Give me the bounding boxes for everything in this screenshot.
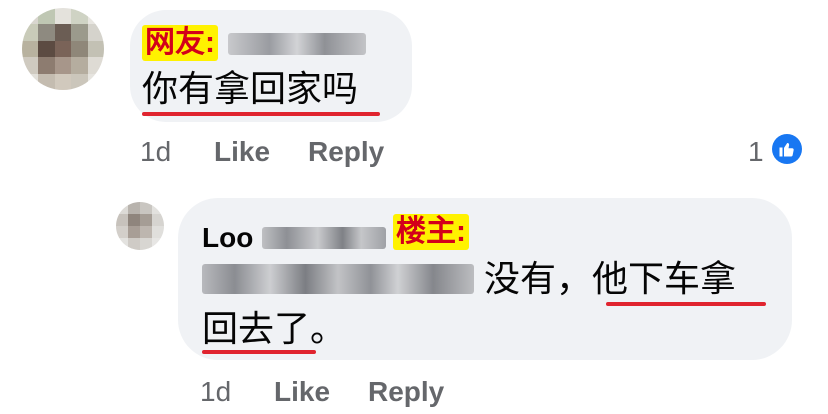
avatar-pixel: [54, 40, 72, 58]
like-button[interactable]: Like: [214, 136, 270, 168]
underline-mark: [142, 112, 380, 116]
avatar-pixel: [54, 73, 72, 90]
avatar-pixel: [71, 8, 88, 25]
reply-text-line2: 回去了。: [202, 309, 347, 350]
commenter-tag: 网友:: [142, 25, 218, 61]
avatar-pixel: [38, 40, 55, 58]
avatar-pixel: [87, 73, 104, 90]
avatar-pixel: [38, 73, 55, 90]
avatar-pixel: [38, 8, 55, 25]
avatar-pixel: [152, 226, 164, 238]
avatar-pixel: [116, 214, 128, 226]
avatar[interactable]: [22, 8, 104, 90]
avatar-pixel: [54, 57, 72, 74]
avatar-pixel: [140, 202, 152, 214]
blurred-author-name[interactable]: [262, 227, 386, 249]
avatar-pixel: [152, 238, 164, 250]
avatar-pixel: [140, 226, 152, 238]
underline-mark: [606, 302, 766, 306]
avatar-pixel: [71, 24, 88, 41]
avatar-pixel: [128, 214, 140, 226]
avatar-pixel: [116, 226, 128, 238]
avatar-pixel: [87, 24, 104, 41]
avatar-pixel: [87, 57, 104, 74]
reply-text-line1: 没有，他下车拿: [484, 259, 737, 300]
avatar-pixel: [22, 40, 39, 58]
avatar-pixel: [87, 40, 104, 58]
avatar-pixel: [38, 24, 55, 41]
avatar-pixel: [87, 8, 104, 25]
comment-timestamp[interactable]: 1d: [140, 136, 171, 168]
comment-text: 你有拿回家吗: [142, 69, 359, 110]
avatar-pixel: [22, 24, 39, 41]
avatar-pixel: [128, 226, 140, 238]
avatar[interactable]: [116, 202, 164, 250]
reply-button[interactable]: Reply: [308, 136, 384, 168]
author-tag: 楼主:: [393, 214, 469, 250]
blurred-mention[interactable]: [202, 264, 474, 294]
author-name[interactable]: Loo: [202, 222, 253, 254]
avatar-pixel: [54, 24, 72, 41]
avatar-pixel: [140, 214, 152, 226]
reply-timestamp[interactable]: 1d: [200, 376, 231, 408]
reply-button[interactable]: Reply: [368, 376, 444, 408]
avatar-pixel: [22, 8, 39, 25]
avatar-pixel: [71, 40, 88, 58]
avatar-pixel: [128, 238, 140, 250]
avatar-pixel: [140, 238, 152, 250]
avatar-pixel: [71, 57, 88, 74]
avatar-pixel: [152, 214, 164, 226]
avatar-pixel: [116, 238, 128, 250]
avatar-pixel: [128, 202, 140, 214]
avatar-pixel: [38, 57, 55, 74]
avatar-pixel: [116, 202, 128, 214]
blurred-commenter-name[interactable]: [228, 33, 366, 55]
avatar-pixel: [71, 73, 88, 90]
avatar-pixel: [22, 73, 39, 90]
avatar-pixel: [22, 57, 39, 74]
avatar-pixel: [54, 8, 72, 25]
like-button[interactable]: Like: [274, 376, 330, 408]
underline-mark: [202, 350, 316, 354]
reaction-count[interactable]: 1: [748, 136, 764, 168]
thumbs-up-icon[interactable]: [772, 134, 802, 164]
thumbs-up-glyph: [779, 143, 794, 157]
avatar-pixel: [152, 202, 164, 214]
